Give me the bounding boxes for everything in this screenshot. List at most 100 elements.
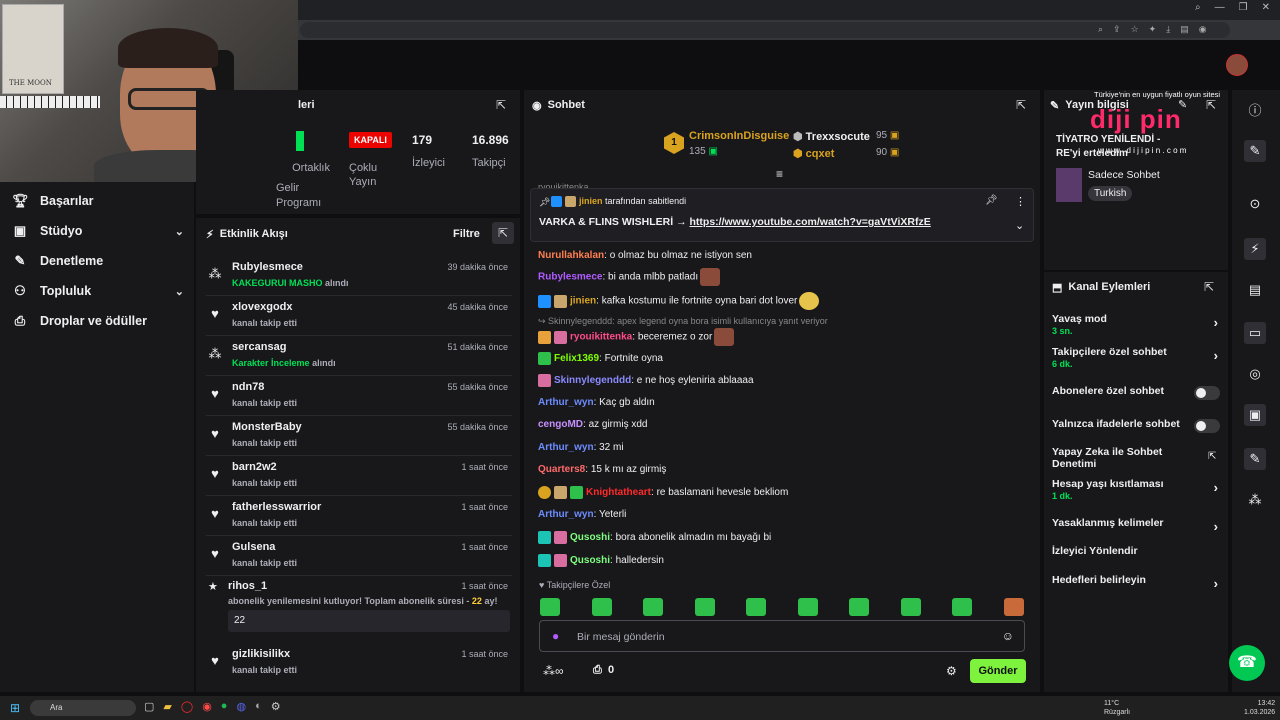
raid-setting[interactable]: İzleyici Yönlendir	[1052, 545, 1224, 557]
subscribers-only-toggle[interactable]	[1194, 386, 1220, 400]
download-icon[interactable]: ⤓	[1166, 24, 1170, 35]
activity-row[interactable]: ♥ gizlikisilikx kanalı takip etti 1 saat ön…	[206, 645, 512, 683]
chat-message[interactable]: Arthur_wyn: 32 mi	[538, 442, 624, 453]
emoji-icon[interactable]: ☺	[1002, 629, 1014, 643]
chat-message[interactable]: Quarters8: 15 k mı az girmiş	[538, 464, 666, 475]
emote-only-toggle[interactable]	[1194, 419, 1220, 433]
activity-row[interactable]: ⁂ sercansag Karakter İnceleme alındı 51 dak…	[206, 338, 512, 376]
chat-message[interactable]: Arthur_wyn: Yeterli	[538, 509, 626, 520]
nav-item-studio[interactable]: ▣ Stüdyo ⌄	[12, 223, 184, 239]
search-icon[interactable]: ⌕	[1195, 2, 1201, 13]
activity-row[interactable]: ♥ fatherlesswarrior kanalı takip etti 1 saa…	[206, 498, 512, 536]
extension-icon[interactable]: ✦	[1149, 24, 1157, 35]
support-chat-icon[interactable]: ☎	[1229, 645, 1265, 681]
resub-row[interactable]: ★ rihos_1 1 saat önce abonelik yenilemes…	[206, 578, 512, 640]
clip-icon[interactable]: ⊙	[1244, 196, 1266, 212]
task-view-icon[interactable]: ▢	[144, 700, 154, 713]
nav-item-achievements[interactable]: 🏆︎ Başarılar	[12, 193, 184, 209]
emote-button[interactable]	[849, 598, 870, 616]
close-icon[interactable]: ✕	[1262, 2, 1270, 13]
chat-message[interactable]: Felix1369: Fortnite oyna	[538, 352, 663, 365]
popout-icon[interactable]: ⇱	[496, 98, 506, 112]
leaderboard-name[interactable]: ⬢ cqxet	[793, 147, 834, 160]
address-bar[interactable]	[300, 22, 1230, 38]
leaderboard-name[interactable]: ⬢ Trexxsocute	[793, 130, 870, 143]
steam-icon[interactable]: ◐	[255, 700, 262, 713]
emote-button[interactable]	[797, 598, 818, 616]
profile-icon[interactable]: ◉	[1199, 24, 1207, 35]
folder-icon[interactable]: ▰	[163, 700, 171, 713]
filter-button[interactable]: Filtre	[453, 228, 480, 240]
popout-icon[interactable]: ⇱	[492, 222, 514, 244]
pinned-link[interactable]: https://www.youtube.com/watch?v=gaVtViXR…	[690, 216, 931, 228]
chat-message[interactable]: cengoMD: az girmiş xdd	[538, 419, 647, 430]
popout-icon[interactable]: ⇱	[1204, 280, 1214, 294]
chat-input[interactable]: ● Bir mesaj gönderin ☺	[539, 620, 1025, 652]
emote-button[interactable]	[643, 598, 664, 616]
lightning-icon[interactable]: ⚡︎	[1244, 238, 1266, 260]
taskbar-search[interactable]: Ara	[30, 700, 136, 716]
taskbar-apps[interactable]: ▢ ▰ ◯ ◉ ● ◍ ◐ ⚙	[144, 700, 281, 713]
chat-message[interactable]: Skinnylegenddd: e ne hoş eyleniria ablaa…	[538, 374, 754, 387]
channel-points-icon[interactable]: ⁂∞	[543, 664, 564, 678]
chat-message[interactable]: Arthur_wyn: Kaç gb aldın	[538, 397, 655, 408]
activity-row[interactable]: ♥ xlovexgodx kanalı takip etti 45 dakika ön…	[206, 298, 512, 336]
weather-widget[interactable]: 11°C Rüzgarlı	[1104, 699, 1130, 717]
notes-icon[interactable]: ▤	[1244, 282, 1266, 298]
ai-moderation-setting[interactable]: Yapay Zeka ile Sohbet Denetimi	[1052, 446, 1172, 470]
followers-only-setting[interactable]: Takipçilere özel sohbet 6 dk. ›	[1052, 346, 1224, 369]
bookmark-icon[interactable]: ▤	[1180, 24, 1189, 35]
chat-message[interactable]: Nurullahkalan: o olmaz bu olmaz ne istiy…	[538, 250, 752, 261]
channel-points-icon[interactable]: ⁂	[1244, 492, 1266, 508]
more-options-icon[interactable]: ⋮	[1015, 195, 1026, 208]
layout-icon[interactable]: ▣	[1244, 404, 1266, 426]
external-link-icon[interactable]: ⇱	[1208, 451, 1216, 462]
discord-icon[interactable]: ◍	[236, 700, 246, 713]
activity-row[interactable]: ♥ ndn78 kanalı takip etti 55 dakika önce	[206, 378, 512, 416]
leaderboard-name[interactable]: CrimsonInDisguise	[689, 130, 789, 142]
account-age-setting[interactable]: Hesap yaşı kısıtlaması 1 dk. ›	[1052, 478, 1224, 501]
pinned-message[interactable]: 📌︎ jinien tarafından sabitlendi VARKA & …	[530, 188, 1034, 242]
nav-item-drops[interactable]: ⎙ Droplar ve ödüller	[12, 313, 184, 329]
chevron-down-icon[interactable]: ⌄	[1015, 219, 1024, 232]
emote-button[interactable]	[746, 598, 767, 616]
edit-icon[interactable]: ✎	[1244, 140, 1266, 162]
send-button[interactable]: Gönder	[970, 659, 1026, 683]
stream-tag[interactable]: Turkish	[1088, 186, 1133, 201]
activity-row[interactable]: ♥ Gulsena kanalı takip etti 1 saat önce	[206, 538, 512, 576]
zoom-icon[interactable]: ⌕	[1098, 24, 1103, 35]
popout-icon[interactable]: ⇱	[1016, 98, 1026, 112]
settings-icon[interactable]: ⚙	[271, 700, 281, 713]
banned-words-setting[interactable]: Yasaklanmış kelimeler ›	[1052, 517, 1224, 534]
activity-row[interactable]: ♥ MonsterBaby kanalı takip etti 55 dakika ö…	[206, 418, 512, 456]
chat-message[interactable]: jinien: kafka kostumu ile fortnite oyna …	[538, 292, 820, 310]
wrench-icon[interactable]: ✎	[1244, 448, 1266, 470]
settings-icon[interactable]: ⚙	[946, 664, 957, 678]
user-avatar[interactable]	[1226, 54, 1248, 76]
emote-only-setting[interactable]: Yalnızca ifadelerle sohbet	[1052, 418, 1224, 433]
activity-row[interactable]: ♥ barn2w2 kanalı takip etti 1 saat önce	[206, 458, 512, 496]
star-icon[interactable]: ☆	[1131, 24, 1139, 35]
windows-start-icon[interactable]: ⊞	[10, 701, 20, 715]
emote-button[interactable]	[540, 598, 560, 616]
info-icon[interactable]: ⓘ	[1244, 100, 1266, 119]
popout-icon[interactable]: ⇱	[1206, 98, 1216, 112]
opera-icon[interactable]: ◯	[181, 700, 193, 713]
nav-item-moderation[interactable]: ✎ Denetleme	[12, 253, 184, 269]
subscribers-only-setting[interactable]: Abonelere özel sohbet	[1052, 385, 1224, 400]
spotify-icon[interactable]: ●	[221, 700, 228, 713]
bits-counter[interactable]: ⎙ 0	[593, 664, 614, 677]
microphone-icon[interactable]: ●	[552, 629, 559, 643]
emote-button[interactable]	[591, 598, 612, 616]
chat-message[interactable]: Knightatheart: re baslamani hevesle bekl…	[538, 486, 788, 499]
nav-item-community[interactable]: ⚇ Topluluk ⌄	[12, 283, 184, 299]
unpin-icon[interactable]: 📌︎	[985, 195, 998, 206]
emote-button[interactable]	[694, 598, 715, 616]
goals-setting[interactable]: Hedefleri belirleyin ›	[1052, 574, 1224, 591]
emote-button[interactable]	[952, 598, 973, 616]
chat-icon[interactable]: ▭	[1244, 322, 1266, 344]
chat-message[interactable]: Rubylesmece: bi anda mlbb patladı	[538, 268, 721, 286]
emote-button[interactable]	[900, 598, 921, 616]
chat-message[interactable]: Qusoshi: halledersin	[538, 554, 664, 567]
share-icon[interactable]: ⇪	[1113, 24, 1121, 35]
